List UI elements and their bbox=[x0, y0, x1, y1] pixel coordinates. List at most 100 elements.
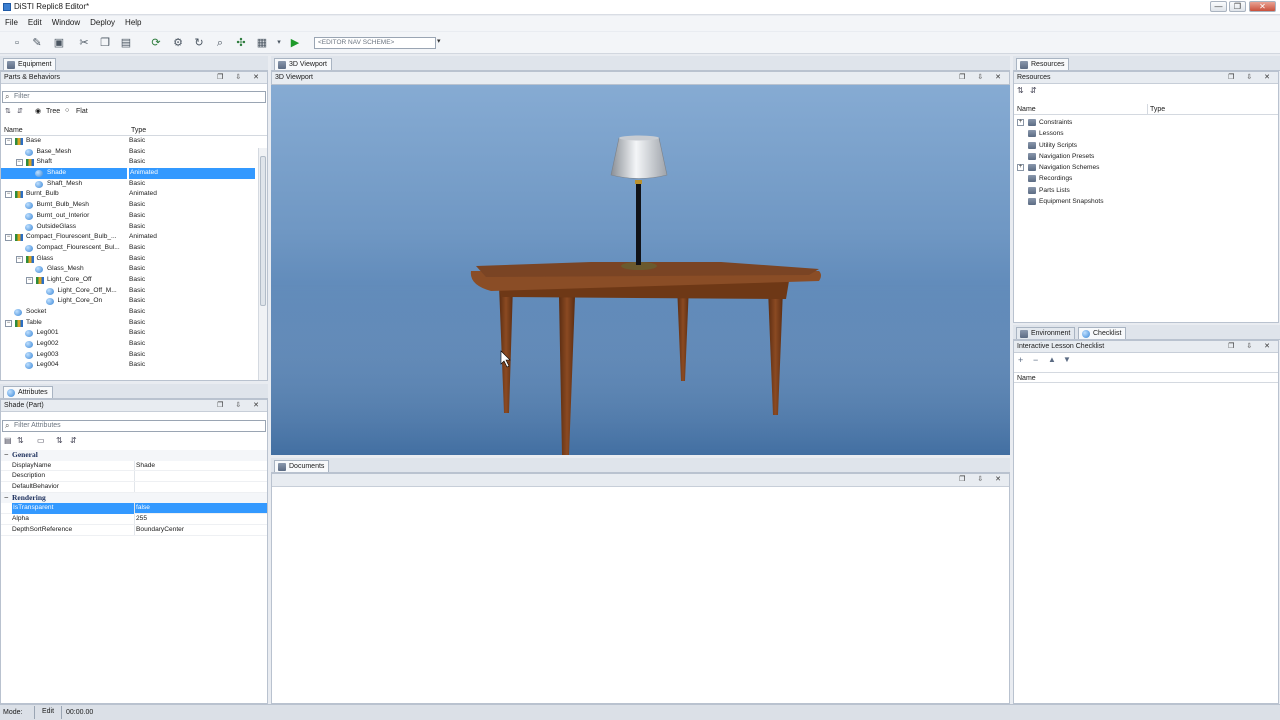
parts-tree-row[interactable]: − Glass Basic bbox=[1, 254, 257, 265]
parts-tree-row[interactable]: Leg001 Basic bbox=[1, 328, 257, 339]
resources-expand-icon[interactable]: ⇅ bbox=[1017, 86, 1024, 95]
settings-icon[interactable]: ⚙ bbox=[171, 36, 185, 50]
collapse-category-icon[interactable]: − bbox=[4, 493, 9, 504]
attribute-row[interactable]: DisplayName Shade bbox=[1, 460, 267, 472]
nav-scheme-dropdown-icon[interactable]: ▾ bbox=[437, 37, 441, 45]
3d-viewport-canvas[interactable] bbox=[271, 85, 1010, 455]
attribute-row[interactable]: DefaultBehavior bbox=[1, 482, 267, 493]
snapshot-dropdown-icon[interactable]: ▾ bbox=[272, 36, 286, 50]
minimize-button[interactable]: — bbox=[1210, 1, 1227, 12]
tab-equipment[interactable]: Equipment bbox=[3, 58, 57, 70]
copy-icon[interactable]: ❐ bbox=[98, 36, 112, 50]
resources-collapse-icon[interactable]: ⇵ bbox=[1030, 86, 1037, 95]
parts-filter-input[interactable]: ⌕ Filter bbox=[2, 91, 266, 103]
collapse-toggle-icon[interactable]: − bbox=[15, 159, 23, 167]
refresh-icon[interactable]: ⟳ bbox=[149, 36, 163, 50]
expand-attributes-icon[interactable]: ⇅ bbox=[56, 436, 63, 445]
restore-button[interactable]: ❐ bbox=[1229, 1, 1246, 12]
property-pages-icon[interactable]: ▭ bbox=[37, 436, 45, 445]
attribute-value[interactable]: BoundaryCenter bbox=[134, 524, 267, 535]
tree-radio[interactable]: ◉ bbox=[35, 107, 41, 115]
parts-tree-row[interactable]: Leg003 Basic bbox=[1, 350, 257, 361]
parts-scrollbar[interactable] bbox=[258, 148, 267, 380]
attribute-row[interactable]: IsTransparent false bbox=[1, 503, 267, 515]
collapse-all-icon[interactable]: ⇵ bbox=[17, 107, 23, 115]
attributes-panel-controls[interactable]: ❐ ⇩ ✕ bbox=[217, 400, 264, 412]
panel-controls[interactable]: ❐ ⇩ ✕ bbox=[217, 72, 264, 84]
collapse-category-icon[interactable]: − bbox=[4, 450, 9, 461]
tab-3d-viewport[interactable]: 3D Viewport bbox=[274, 58, 333, 70]
attribute-value[interactable]: false bbox=[134, 503, 267, 514]
parts-tree-row[interactable]: − Shaft Basic bbox=[1, 157, 257, 168]
expand-all-icon[interactable]: ⇅ bbox=[5, 107, 11, 115]
parts-tree-row[interactable]: Leg004 Basic bbox=[1, 360, 257, 371]
tab-attributes[interactable]: Attributes bbox=[3, 386, 53, 398]
parts-tree-row[interactable]: − Compact_Flourescent_Bulb_... Animated bbox=[1, 232, 257, 243]
resources-controls[interactable]: ❐ ⇩ ✕ bbox=[1228, 72, 1275, 84]
parts-tree-row[interactable]: Socket Basic bbox=[1, 307, 257, 318]
paste-icon[interactable]: ▤ bbox=[119, 36, 133, 50]
sort-alpha-icon[interactable]: ⇅ bbox=[17, 436, 24, 445]
resource-item[interactable]: Utility Scripts bbox=[1014, 140, 1278, 151]
parts-tree-row[interactable]: Light_Core_Off_M... Basic bbox=[1, 286, 257, 297]
attribute-category[interactable]: − Rendering bbox=[1, 492, 267, 504]
attribute-row[interactable]: Alpha 255 bbox=[1, 514, 267, 525]
collapse-toggle-icon[interactable]: − bbox=[26, 276, 33, 284]
open-file-icon[interactable]: ✎ bbox=[30, 36, 44, 50]
expand-toggle-icon[interactable]: + bbox=[1017, 119, 1024, 126]
resource-item[interactable]: Navigation Presets bbox=[1014, 151, 1278, 162]
resource-item[interactable]: + Navigation Schemes bbox=[1014, 162, 1278, 173]
collapse-toggle-icon[interactable]: − bbox=[5, 138, 12, 145]
cut-icon[interactable]: ✂ bbox=[77, 36, 91, 50]
play-icon[interactable]: ▶ bbox=[288, 36, 302, 50]
menu-file[interactable]: File bbox=[0, 16, 23, 29]
categorized-icon[interactable]: ▤ bbox=[4, 436, 12, 445]
attributes-filter-input[interactable]: ⌕ Filter Attributes bbox=[2, 420, 266, 432]
zoom-icon[interactable]: ⌕ bbox=[213, 36, 227, 50]
close-window-button[interactable]: ✕ bbox=[1249, 1, 1276, 12]
viewport-controls[interactable]: ❐ ⇩ ✕ bbox=[959, 72, 1006, 84]
parts-tree-row[interactable]: − Burnt_Bulb Animated bbox=[1, 189, 257, 200]
tab-environment[interactable]: Environment bbox=[1016, 327, 1076, 339]
add-icon[interactable]: + bbox=[1018, 355, 1023, 365]
menu-edit[interactable]: Edit bbox=[23, 16, 47, 29]
attribute-row[interactable]: Description bbox=[1, 471, 267, 483]
parts-tree-row[interactable]: − Light_Core_Off Basic bbox=[1, 275, 257, 286]
remove-icon[interactable]: − bbox=[1033, 355, 1038, 365]
flat-radio[interactable]: ○ bbox=[65, 107, 69, 114]
resource-item[interactable]: + Constraints bbox=[1014, 117, 1278, 128]
snapshot-icon[interactable]: ▦ bbox=[255, 36, 269, 50]
resource-item[interactable]: Recordings bbox=[1014, 173, 1278, 184]
collapse-attributes-icon[interactable]: ⇵ bbox=[70, 436, 77, 445]
new-file-icon[interactable]: ▫ bbox=[10, 36, 24, 50]
resources-col-type[interactable]: Type bbox=[1147, 104, 1165, 115]
parts-tree-row[interactable]: Burnt_Bulb_Mesh Basic bbox=[1, 200, 257, 211]
parts-tree-row[interactable]: Light_Core_On Basic bbox=[1, 296, 257, 307]
tab-checklist[interactable]: Checklist bbox=[1078, 327, 1127, 339]
collapse-toggle-icon[interactable]: − bbox=[5, 319, 12, 327]
checklist-controls[interactable]: ❐ ⇩ ✕ bbox=[1228, 341, 1275, 353]
nav-scheme-select[interactable]: <EDITOR NAV SCHEME> bbox=[314, 37, 436, 49]
attribute-value[interactable] bbox=[134, 482, 267, 492]
attribute-value[interactable]: Shade bbox=[134, 460, 267, 471]
documents-controls[interactable]: ❐ ⇩ ✕ bbox=[959, 474, 1006, 486]
parts-tree-row[interactable]: Shade Animated bbox=[1, 168, 257, 179]
collapse-toggle-icon[interactable]: − bbox=[5, 234, 12, 242]
menu-help[interactable]: Help bbox=[120, 16, 146, 29]
attribute-value[interactable]: 255 bbox=[134, 514, 267, 524]
parts-tree-row[interactable]: Shaft_Mesh Basic bbox=[1, 179, 257, 190]
parts-tree-row[interactable]: − Table Basic bbox=[1, 318, 257, 329]
expand-toggle-icon[interactable]: + bbox=[1017, 164, 1024, 172]
tab-documents[interactable]: Documents bbox=[274, 460, 330, 472]
collapse-toggle-icon[interactable]: − bbox=[15, 255, 23, 263]
menu-window[interactable]: Window bbox=[47, 16, 85, 29]
resource-item[interactable]: Parts Lists bbox=[1014, 185, 1278, 196]
col-type[interactable]: Type bbox=[131, 125, 146, 136]
parts-tree-row[interactable]: Base_Mesh Basic bbox=[1, 147, 257, 158]
col-name[interactable]: Name bbox=[4, 125, 23, 136]
collapse-toggle-icon[interactable]: − bbox=[5, 191, 12, 199]
checklist-col-name[interactable]: Name bbox=[1017, 373, 1036, 384]
attribute-row[interactable]: DepthSortReference BoundaryCenter bbox=[1, 524, 267, 536]
rotate-icon[interactable]: ↻ bbox=[192, 36, 206, 50]
resources-col-name[interactable]: Name bbox=[1017, 104, 1036, 115]
